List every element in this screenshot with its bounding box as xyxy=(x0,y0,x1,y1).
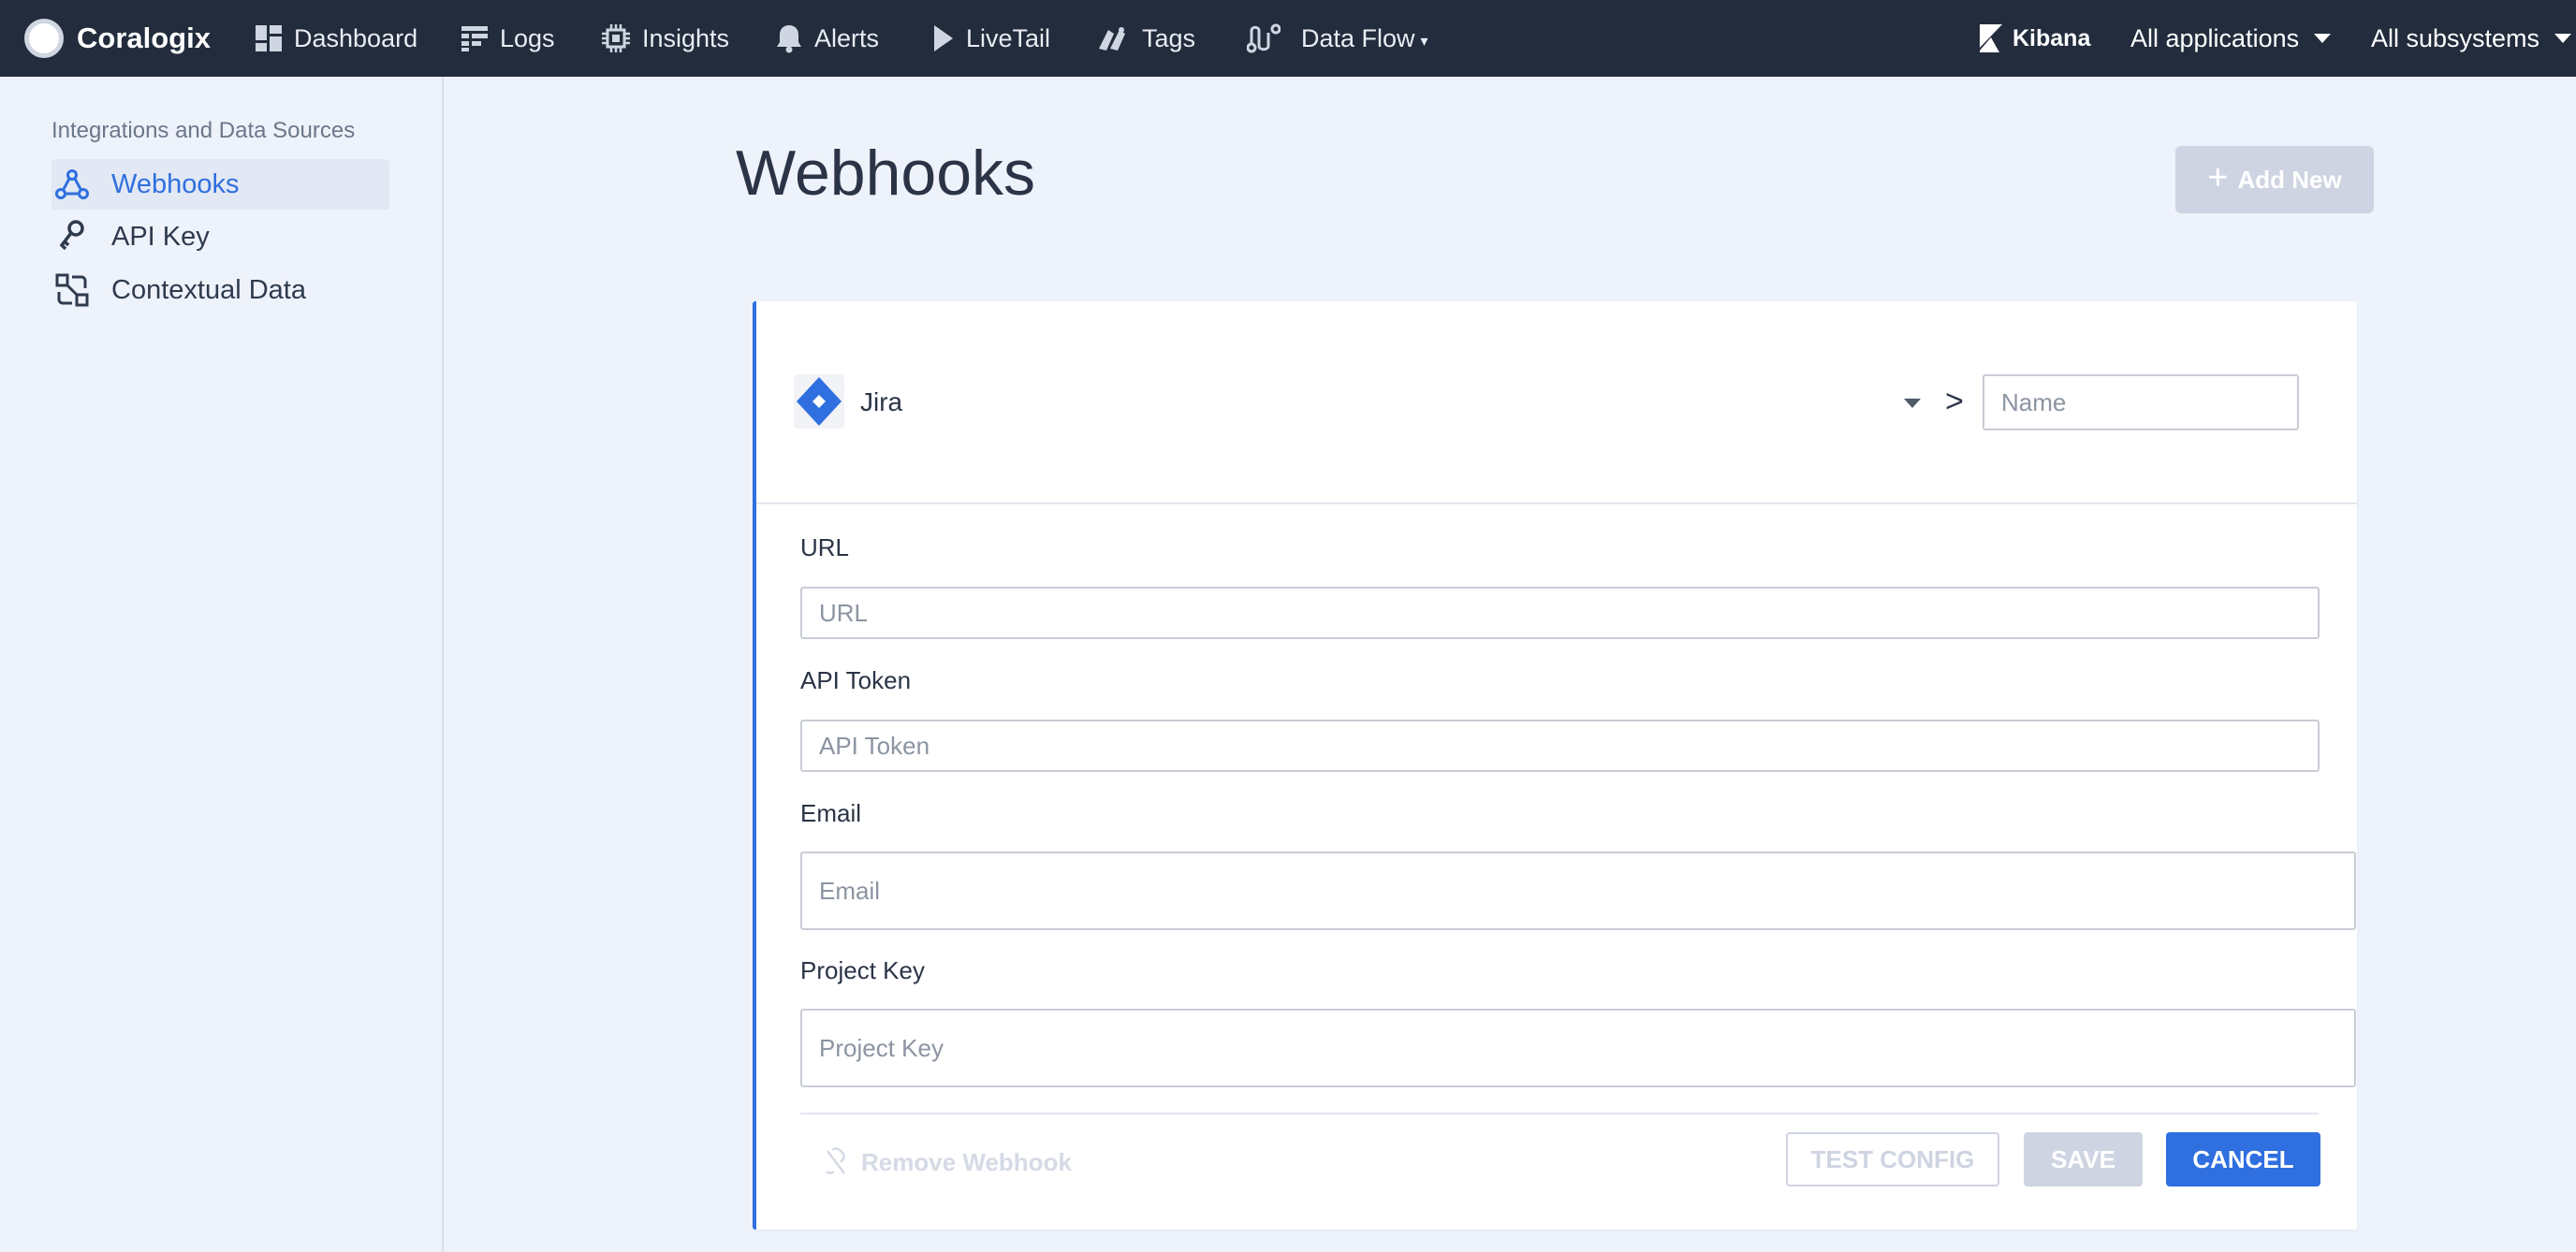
remove-webhook-button[interactable]: Remove Webhook xyxy=(824,1143,1072,1181)
kibana-link[interactable]: Kibana xyxy=(1979,0,2090,77)
separator-chevron-icon: > xyxy=(1945,384,1964,419)
nav-alerts[interactable]: Alerts xyxy=(775,0,879,77)
top-navbar: Coralogix Dashboard Logs Insights Alerts… xyxy=(0,0,2576,77)
save-button[interactable]: SAVE xyxy=(2024,1132,2143,1186)
subsystems-dropdown[interactable]: All subsystems xyxy=(2371,0,2572,77)
data-flow-icon xyxy=(1247,23,1281,53)
project-key-input[interactable] xyxy=(800,1009,2356,1087)
play-icon xyxy=(934,25,953,51)
nav-tags-label: Tags xyxy=(1142,23,1196,52)
chevron-down-icon xyxy=(2314,34,2332,43)
logs-icon xyxy=(461,26,488,51)
api-token-label: API Token xyxy=(800,666,912,694)
page-title: Webhooks xyxy=(736,138,1036,209)
contextual-data-icon xyxy=(55,273,89,307)
chip-icon xyxy=(602,24,630,52)
sidebar-item-api-key[interactable]: API Key xyxy=(51,211,389,262)
subsystems-label: All subsystems xyxy=(2371,23,2540,52)
nav-alerts-label: Alerts xyxy=(814,23,880,52)
nav-insights[interactable]: Insights xyxy=(601,0,729,77)
coralogix-logo-icon xyxy=(24,19,64,58)
webhook-type-select[interactable]: Jira xyxy=(860,387,902,417)
unlink-icon xyxy=(826,1147,845,1174)
sidebar-item-label: Webhooks xyxy=(111,168,240,199)
url-label: URL xyxy=(800,533,850,561)
applications-label: All applications xyxy=(2130,23,2300,52)
kibana-label: Kibana xyxy=(2012,24,2091,51)
sidebar-item-webhooks[interactable]: Webhooks xyxy=(51,159,389,210)
nav-logs-label: Logs xyxy=(500,23,555,52)
tags-icon xyxy=(1099,27,1125,51)
sidebar-item-label: Contextual Data xyxy=(111,274,306,305)
api-token-input[interactable] xyxy=(800,720,2320,772)
chevron-down-icon: ▾ xyxy=(1420,34,1428,50)
nav-dashboard-label: Dashboard xyxy=(294,23,418,52)
webhook-icon xyxy=(55,169,89,199)
chevron-down-icon xyxy=(2554,34,2572,43)
url-input[interactable] xyxy=(800,587,2320,639)
nav-dashboard[interactable]: Dashboard xyxy=(255,0,417,77)
brand[interactable]: Coralogix xyxy=(24,19,211,58)
webhook-name-input[interactable] xyxy=(1983,374,2299,430)
kibana-icon xyxy=(1980,24,2002,52)
bell-icon xyxy=(777,25,801,53)
jira-logo-icon xyxy=(794,374,844,429)
nav-data-flow[interactable]: Data Flow ▾ xyxy=(1247,0,1428,77)
nav-tags[interactable]: Tags xyxy=(1097,0,1195,77)
sidebar: Integrations and Data Sources Webhooks A… xyxy=(0,77,444,1252)
plus-icon: + xyxy=(2207,157,2229,197)
dashboard-icon xyxy=(256,25,282,51)
webhook-card: Jira > URL API Token Email Project Key R… xyxy=(753,301,2357,1230)
brand-name: Coralogix xyxy=(77,22,211,54)
nav-livetail[interactable]: LiveTail xyxy=(932,0,1050,77)
sidebar-section-title: Integrations and Data Sources xyxy=(51,118,356,143)
nav-logs[interactable]: Logs xyxy=(461,0,555,77)
nav-insights-label: Insights xyxy=(642,23,730,52)
remove-webhook-label: Remove Webhook xyxy=(861,1147,1072,1176)
add-new-label: Add New xyxy=(2237,165,2342,194)
key-icon xyxy=(59,220,84,251)
test-config-button[interactable]: TEST CONFIG xyxy=(1786,1132,1999,1186)
sidebar-item-contextual-data[interactable]: Contextual Data xyxy=(51,265,389,315)
email-input[interactable] xyxy=(800,852,2356,930)
cancel-button[interactable]: CANCEL xyxy=(2166,1132,2320,1186)
applications-dropdown[interactable]: All applications xyxy=(2130,0,2332,77)
chevron-down-icon[interactable] xyxy=(1904,399,1921,408)
email-label: Email xyxy=(800,799,862,827)
sidebar-item-label: API Key xyxy=(111,221,210,252)
webhook-card-header: Jira > xyxy=(756,301,2357,504)
divider xyxy=(800,1113,2319,1114)
project-key-label: Project Key xyxy=(800,956,925,984)
add-new-button[interactable]: + Add New xyxy=(2175,146,2374,213)
nav-livetail-label: LiveTail xyxy=(966,23,1051,52)
nav-data-flow-label: Data Flow xyxy=(1301,23,1415,52)
